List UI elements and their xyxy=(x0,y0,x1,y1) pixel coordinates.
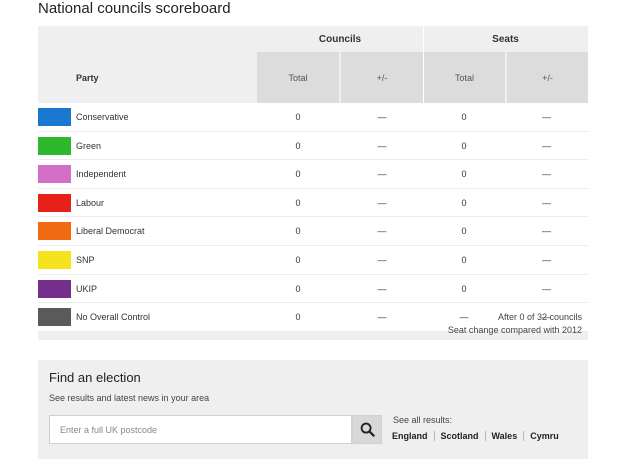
table-row: UKIP 0 — 0 — xyxy=(38,275,588,304)
councils-change: — xyxy=(377,197,387,208)
wales-link[interactable]: Wales xyxy=(484,431,524,441)
party-color-swatch xyxy=(38,193,71,212)
table-row: Green 0 — 0 — xyxy=(38,132,588,161)
councils-total: 0 xyxy=(295,169,301,180)
seats-change: — xyxy=(542,254,551,265)
scoreboard-table: Councils Seats Party Total +/- Total +/-… xyxy=(38,26,588,340)
party-color-swatch xyxy=(38,136,71,155)
councils-change-header: +/- xyxy=(341,52,423,103)
table-row: SNP 0 — 0 — xyxy=(38,246,588,275)
scotland-link[interactable]: Scotland xyxy=(433,431,485,441)
seats-total: 0 xyxy=(461,226,467,237)
seats-change-header: +/- xyxy=(507,52,588,103)
councils-total: 0 xyxy=(295,197,301,208)
seats-total: 0 xyxy=(461,197,467,208)
seat-change-note: Seat change compared with 2012 xyxy=(447,325,582,335)
seats-total: 0 xyxy=(461,169,467,180)
seats-change: — xyxy=(542,226,551,237)
party-color-swatch xyxy=(38,108,71,126)
party-rows: Conservative 0 — 0 — Green 0 — 0 — Indep… xyxy=(38,103,588,332)
seats-header: Seats xyxy=(492,33,519,45)
seats-change: — xyxy=(542,283,551,294)
seats-change: — xyxy=(542,197,551,208)
party-name: Labour xyxy=(76,197,105,208)
seats-total: 0 xyxy=(461,140,467,151)
party-name: Conservative xyxy=(76,112,129,122)
party-name: UKIP xyxy=(76,283,98,294)
councils-total: 0 xyxy=(295,312,301,323)
postcode-input[interactable]: Enter a full UK postcode xyxy=(49,415,352,444)
seats-total: 0 xyxy=(461,254,467,265)
councils-change: — xyxy=(377,226,387,237)
party-name: No Overall Control xyxy=(76,312,151,323)
seats-change: — xyxy=(542,140,551,151)
table-row: Labour 0 — 0 — xyxy=(38,189,588,218)
councils-change: — xyxy=(377,169,387,180)
councils-total: 0 xyxy=(295,254,301,265)
councils-change: — xyxy=(377,112,387,122)
party-name: Independent xyxy=(76,169,127,180)
table-row: Liberal Democrat 0 — 0 — xyxy=(38,217,588,246)
page-title: National councils scoreboard xyxy=(38,0,231,17)
seats-total: 0 xyxy=(461,283,467,294)
party-header: Party xyxy=(76,72,99,83)
councils-total: 0 xyxy=(295,226,301,237)
councils-total: 0 xyxy=(295,283,301,294)
party-color-swatch xyxy=(38,279,71,298)
seats-change: — xyxy=(542,112,551,122)
councils-change: — xyxy=(377,312,387,323)
seats-total-header: Total xyxy=(424,52,505,103)
councils-change: — xyxy=(377,283,387,294)
party-color-swatch xyxy=(38,165,71,184)
finder-title: Find an election xyxy=(49,370,141,385)
table-row: Conservative 0 — 0 — xyxy=(38,103,588,132)
cymru-link[interactable]: Cymru xyxy=(523,431,565,441)
region-links: England Scotland Wales Cymru xyxy=(392,431,565,441)
councils-change: — xyxy=(377,254,387,265)
seats-total: 0 xyxy=(461,112,467,122)
party-name: SNP xyxy=(76,254,95,265)
councils-header: Councils xyxy=(318,33,362,45)
party-color-swatch xyxy=(38,250,71,269)
seats-change: — xyxy=(542,169,551,180)
party-name: Green xyxy=(76,140,102,151)
councils-total: 0 xyxy=(295,112,301,122)
results-footnote: After 0 of 32 councils Seat change compa… xyxy=(448,311,582,337)
search-button[interactable] xyxy=(352,415,382,444)
party-color-swatch xyxy=(38,222,71,241)
see-all-label: See all results: xyxy=(393,415,453,425)
councils-total-header: Total xyxy=(257,52,339,103)
party-color-swatch xyxy=(38,308,71,327)
table-row: Independent 0 — 0 — xyxy=(38,160,588,189)
councils-progress-text: After 0 of 32 councils xyxy=(497,312,582,322)
finder-subtitle: See results and latest news in your area xyxy=(49,393,210,403)
councils-total: 0 xyxy=(295,140,301,151)
councils-change: — xyxy=(377,140,387,151)
england-link[interactable]: England xyxy=(392,431,434,441)
search-icon xyxy=(360,422,375,437)
party-name: Liberal Democrat xyxy=(76,226,145,237)
find-election-panel: Find an election See results and latest … xyxy=(38,360,588,459)
